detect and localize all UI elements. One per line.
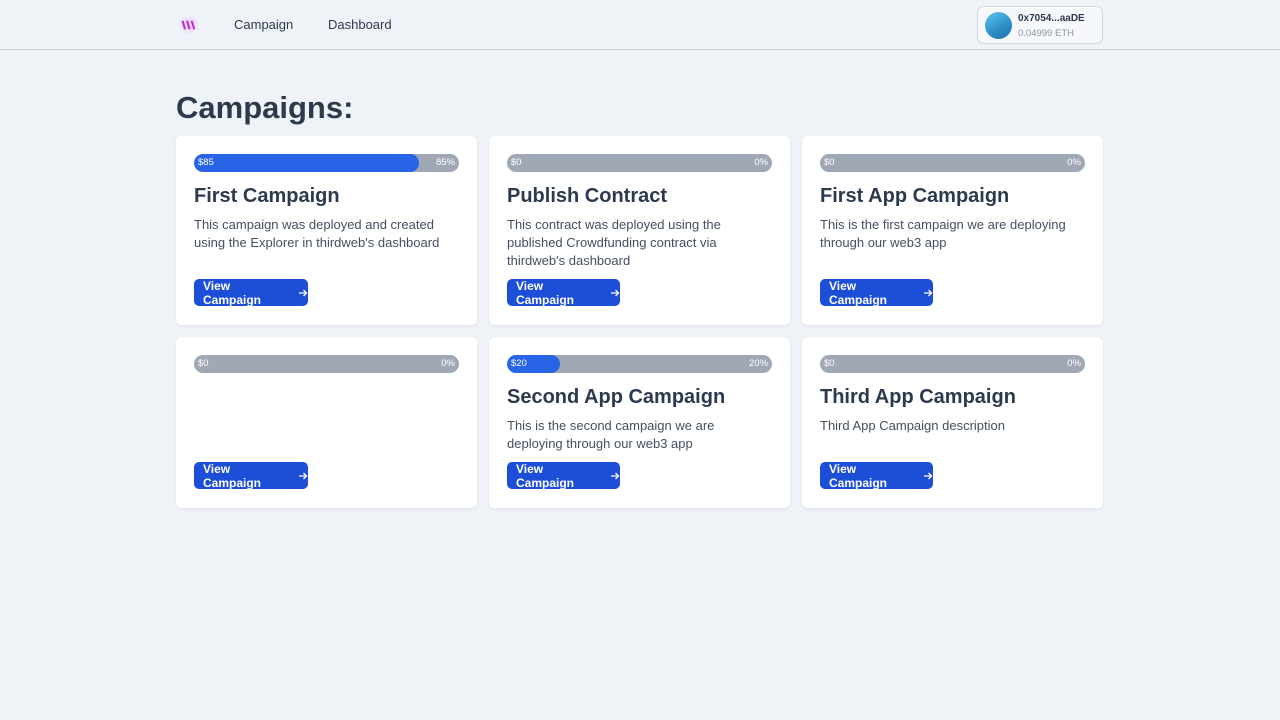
page-title: Campaigns: <box>176 90 354 125</box>
arrow-right-icon <box>610 471 620 481</box>
campaign-card: $20 20% Second App Campaign This is the … <box>489 337 790 508</box>
view-campaign-button[interactable]: View Campaign <box>194 278 308 307</box>
wallet-address: 0x7054...aaDE <box>1018 13 1085 24</box>
raised-amount: $85 <box>198 157 214 168</box>
arrow-right-icon <box>923 471 933 481</box>
thirdweb-logo-icon[interactable] <box>178 14 200 36</box>
arrow-right-icon <box>610 288 620 298</box>
arrow-right-icon <box>298 288 308 298</box>
top-navbar: Campaign Dashboard 0x7054...aaDE 0.04999… <box>0 0 1280 50</box>
progress-percent: 0% <box>754 157 768 168</box>
view-campaign-label: View Campaign <box>829 461 888 490</box>
campaign-description: This is the first campaign we are deploy… <box>820 217 1066 250</box>
progress-bar-fill <box>194 154 420 172</box>
wallet-avatar <box>985 12 1012 39</box>
progress-bar: $0 0% <box>820 154 1085 172</box>
progress-percent: 0% <box>1067 358 1081 369</box>
campaign-card: $0 0% View Campaign <box>176 337 477 508</box>
view-campaign-button[interactable]: View Campaign <box>507 461 620 490</box>
raised-amount: $0 <box>198 358 209 369</box>
progress-percent: 85% <box>435 157 455 168</box>
campaign-description: Third App Campaign description <box>820 418 1005 433</box>
raised-amount: $0 <box>511 157 522 168</box>
view-campaign-label: View Campaign <box>516 461 575 490</box>
progress-bar: $20 20% <box>507 355 772 373</box>
campaign-description: This contract was deployed using the pub… <box>507 217 721 268</box>
campaign-card: $0 0% Publish Contract This contract was… <box>489 136 790 325</box>
view-campaign-label: View Campaign <box>829 278 888 307</box>
progress-percent: 0% <box>1067 157 1081 168</box>
progress-bar: $0 0% <box>507 154 772 172</box>
campaign-title: Second App Campaign <box>507 386 726 408</box>
campaign-card: $0 0% First App Campaign This is the fir… <box>802 136 1103 325</box>
campaign-title: Publish Contract <box>507 185 668 207</box>
view-campaign-button[interactable]: View Campaign <box>194 461 308 490</box>
raised-amount: $0 <box>824 358 835 369</box>
view-campaign-label: View Campaign <box>516 278 575 307</box>
campaign-title: Third App Campaign <box>820 386 1016 408</box>
nav-link-campaign[interactable]: Campaign <box>234 17 293 32</box>
view-campaign-button[interactable]: View Campaign <box>820 278 933 307</box>
campaign-title: First App Campaign <box>820 185 1010 207</box>
raised-amount: $0 <box>824 157 835 168</box>
view-campaign-label: View Campaign <box>203 461 262 490</box>
view-campaign-button[interactable]: View Campaign <box>507 278 620 307</box>
arrow-right-icon <box>923 288 933 298</box>
progress-bar: $0 0% <box>194 355 459 373</box>
campaign-description: This is the second campaign we are deplo… <box>507 418 715 451</box>
campaign-card: $85 85% First Campaign This campaign was… <box>176 136 477 325</box>
arrow-right-icon <box>298 471 308 481</box>
progress-bar: $0 0% <box>820 355 1085 373</box>
campaign-card: $0 0% Third App Campaign Third App Campa… <box>802 337 1103 508</box>
progress-percent: 0% <box>441 358 455 369</box>
progress-percent: 20% <box>748 358 768 369</box>
nav-link-dashboard[interactable]: Dashboard <box>328 17 392 32</box>
progress-bar: $85 85% <box>194 154 459 172</box>
raised-amount: $20 <box>511 358 527 369</box>
campaign-title: First Campaign <box>194 185 340 207</box>
campaign-description: This campaign was deployed and created u… <box>194 217 440 250</box>
wallet-connect-button[interactable]: 0x7054...aaDE 0.04999 ETH <box>977 6 1103 44</box>
wallet-balance: 0.04999 ETH <box>1018 28 1074 39</box>
view-campaign-label: View Campaign <box>203 278 262 307</box>
view-campaign-button[interactable]: View Campaign <box>820 461 933 490</box>
